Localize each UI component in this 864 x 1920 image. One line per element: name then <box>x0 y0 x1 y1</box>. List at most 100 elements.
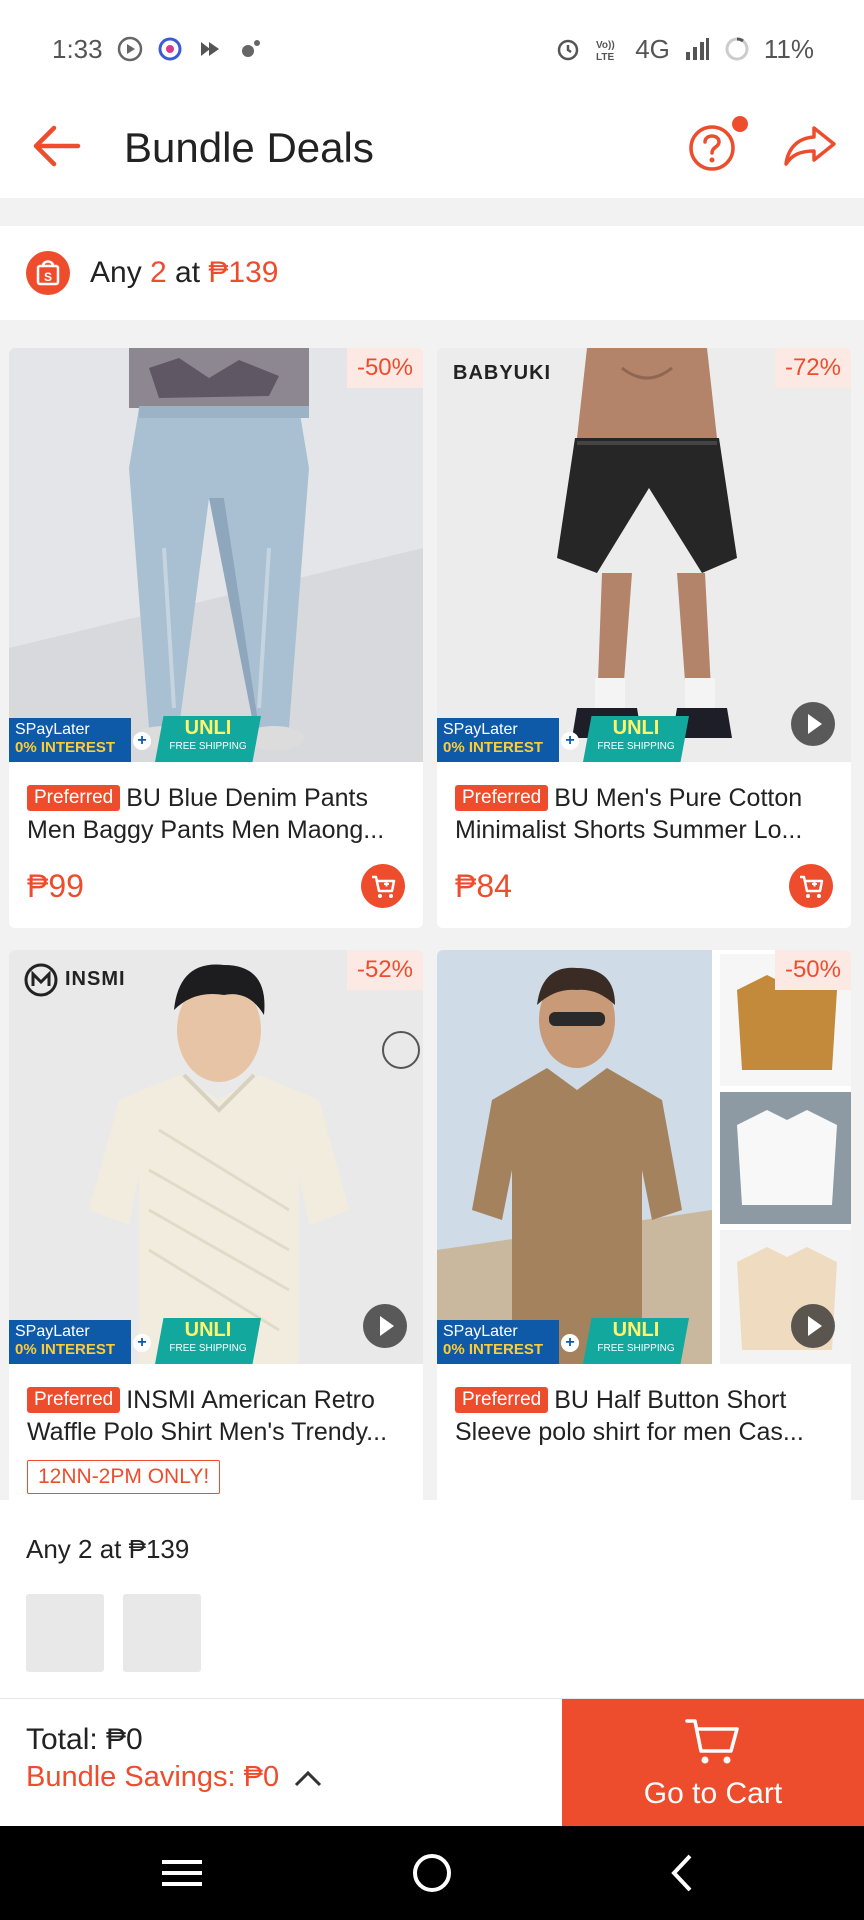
spaylater-badge: SPayLater 0% INTEREST <box>9 1320 131 1364</box>
free-shipping-badge: UNLI FREE SHIPPING <box>155 716 261 762</box>
play-video-icon[interactable] <box>363 1304 407 1348</box>
polo-shirt-image <box>9 950 423 1364</box>
product-image: BABYUKI -72% SPayLater 0% INTEREST + UNLI… <box>437 348 851 762</box>
preferred-badge: Preferred <box>455 785 549 811</box>
promo-banner: SPayLater 0% INTEREST + UNLI FREE SHIPPING <box>437 716 689 762</box>
page-title: Bundle Deals <box>124 124 374 171</box>
menu-icon <box>162 1860 202 1886</box>
chevron-up-icon <box>295 1770 322 1786</box>
arrow-left-icon <box>33 125 81 167</box>
chevron-left-icon <box>671 1854 692 1892</box>
promo-banner: SPayLater 0% INTEREST + UNLI FREE SHIPPING <box>437 1318 689 1364</box>
spaylater-label: SPayLater <box>443 1323 518 1340</box>
product-title: Preferred BU Half Button Short Sleeve pol… <box>455 1384 833 1448</box>
product-card[interactable]: BABYUKI -72% SPayLater 0% INTEREST + UNLI… <box>437 348 851 928</box>
svg-text:Vo)): Vo)) <box>596 40 615 51</box>
share-button[interactable] <box>780 112 840 172</box>
discount-badge: -72% <box>774 348 851 388</box>
promo-banner: SPayLater 0% INTEREST + UNLI FREE SHIPPING <box>9 716 261 762</box>
status-right: Vo)) LTE 4G 11% <box>555 34 814 65</box>
go-to-cart-label: Go to Cart <box>643 1777 783 1810</box>
preferred-badge: Preferred <box>27 1387 121 1413</box>
checkout-bar: Total: ₱0 Bundle Savings: ₱0 Go to Cart <box>0 1698 864 1827</box>
help-button[interactable] <box>686 112 748 172</box>
deal-prefix: Any <box>90 256 151 289</box>
bundle-savings-label: Bundle Savings: ₱0 <box>26 1761 280 1793</box>
notification-dot <box>732 116 748 132</box>
alarm-icon <box>557 39 579 61</box>
interest-label: 0% INTEREST <box>15 1341 116 1358</box>
time-limited-tag: 12NN-2PM ONLY! <box>27 1460 221 1494</box>
free-shipping-label: FREE SHIPPING <box>169 741 247 752</box>
preferred-badge: Preferred <box>27 785 121 811</box>
discount-badge: -50% <box>774 950 851 990</box>
spaylater-label: SPayLater <box>15 721 90 738</box>
interest-label: 0% INTEREST <box>443 1341 544 1358</box>
product-card[interactable]: -50% SPayLater 0% INTEREST + UNLI FREE SHI… <box>9 348 423 928</box>
spaylater-badge: SPayLater 0% INTEREST <box>9 718 131 762</box>
product-title: Preferred BU Blue Denim Pants Men Baggy P… <box>27 782 405 846</box>
interest-label: 0% INTEREST <box>15 739 116 756</box>
play-video-icon[interactable] <box>791 702 835 746</box>
volte-icon: Vo))LTE <box>596 40 615 62</box>
brand-logo: INSMI <box>65 968 126 990</box>
product-price: ₱84 <box>455 868 512 904</box>
selection-label: Any 2 at ₱139 <box>26 1534 190 1564</box>
unli-label: UNLI <box>612 1319 660 1341</box>
spaylater-label: SPayLater <box>443 721 518 738</box>
recent-apps-button[interactable] <box>152 1848 212 1898</box>
spaylater-badge: SPayLater 0% INTEREST <box>437 1320 559 1364</box>
promo-banner: SPayLater 0% INTEREST + UNLI FREE SHIPPING <box>9 1318 261 1364</box>
unli-label: UNLI <box>184 717 232 739</box>
shopping-bag-icon: S <box>26 251 70 295</box>
app-notification-icon <box>158 37 182 61</box>
product-price: ₱99 <box>27 868 84 904</box>
add-to-cart-button[interactable] <box>789 864 833 908</box>
bundle-savings-toggle[interactable]: Bundle Savings: ₱0 <box>26 1761 323 1794</box>
plus-icon: + <box>561 732 579 750</box>
deal-middle: at <box>166 256 209 289</box>
discount-badge: -52% <box>346 950 423 990</box>
status-bar: 1:33 Vo)) LTE 4G 11% <box>0 0 864 98</box>
unli-label: UNLI <box>612 717 660 739</box>
bundle-deal-bar: S Any 2 at ₱139 <box>0 226 864 320</box>
go-to-cart-button[interactable]: Go to Cart <box>562 1699 864 1827</box>
empty-bundle-slot[interactable] <box>26 1594 104 1672</box>
deal-price: ₱139 <box>208 256 279 289</box>
svg-text:LTE: LTE <box>596 52 614 62</box>
free-shipping-badge: UNLI FREE SHIPPING <box>583 716 689 762</box>
play-video-icon[interactable] <box>791 1304 835 1348</box>
deal-quantity: 2 <box>150 256 167 289</box>
system-nav-bar <box>0 1826 864 1920</box>
cart-icon <box>800 875 824 898</box>
brand-logo: BABYUKI <box>453 362 552 384</box>
free-shipping-badge: UNLI FREE SHIPPING <box>583 1318 689 1364</box>
product-image: -50% SPayLater 0% INTEREST + UNLI FREE SHI… <box>9 348 423 762</box>
network-type: 4G <box>635 33 670 64</box>
home-circle-icon <box>413 1854 451 1892</box>
bundle-deal-text: Any 2 at ₱139 <box>90 256 279 290</box>
discount-badge: -50% <box>346 348 423 388</box>
battery-percent: 11% <box>763 33 814 64</box>
shopping-cart-icon <box>685 1719 739 1764</box>
free-shipping-badge: UNLI FREE SHIPPING <box>155 1318 261 1364</box>
brand-mark-icon <box>24 963 58 997</box>
product-title: Preferred INSMI American Retro Waffle Pol… <box>27 1384 405 1448</box>
home-button[interactable] <box>402 1848 462 1898</box>
product-card[interactable]: INSMI -52% SPayLater 0% INTEREST + UNLI FR… <box>9 950 423 1500</box>
cart-icon <box>372 875 396 898</box>
back-button[interactable] <box>26 116 86 176</box>
system-back-button[interactable] <box>652 1848 712 1898</box>
status-left: 1:33 <box>52 34 263 65</box>
product-card[interactable]: -50% SPayLater 0% INTEREST + UNLI FREE SHI… <box>437 950 851 1500</box>
battery-icon <box>725 37 749 61</box>
unli-label: UNLI <box>184 1319 232 1341</box>
product-title: Preferred BU Men's Pure Cotton Minimalist… <box>455 782 833 846</box>
play-notification-icon <box>117 36 142 62</box>
plus-icon: + <box>561 1334 579 1352</box>
empty-bundle-slot[interactable] <box>123 1594 201 1672</box>
app-header: Bundle Deals <box>0 98 864 198</box>
free-shipping-label: FREE SHIPPING <box>597 1343 675 1354</box>
spaylater-badge: SPayLater 0% INTEREST <box>437 718 559 762</box>
add-to-cart-button[interactable] <box>361 864 405 908</box>
